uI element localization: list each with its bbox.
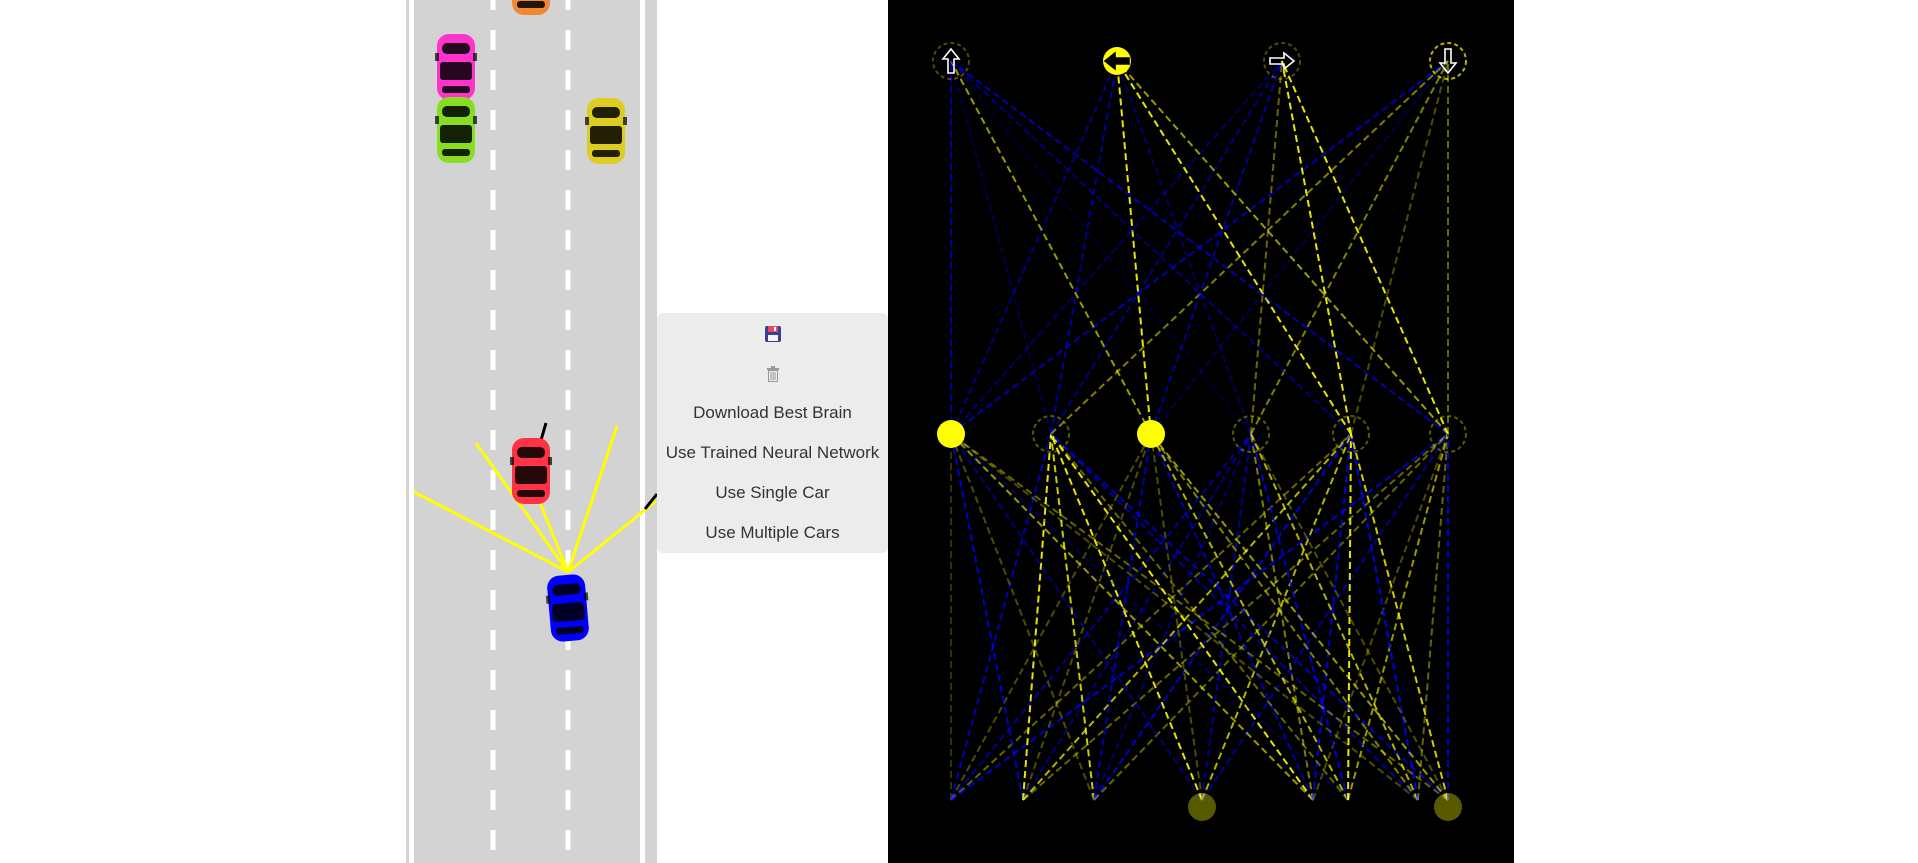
save-brain-button[interactable] <box>657 313 888 353</box>
download-best-brain-button[interactable]: Download Best Brain <box>657 393 888 433</box>
input-node-1 <box>1188 793 1216 821</box>
road-border-right <box>640 0 645 863</box>
floppy-disk-icon <box>764 325 781 342</box>
road-canvas <box>406 0 657 863</box>
neural-network-visualizer <box>888 0 1514 863</box>
network-background <box>888 0 1514 863</box>
player-car <box>545 574 589 642</box>
use-trained-network-button[interactable]: Use Trained Neural Network <box>657 433 888 473</box>
hidden-node-1 <box>937 420 965 448</box>
app-root: Download Best Brain Use Trained Neural N… <box>0 0 1918 863</box>
control-panel: Download Best Brain Use Trained Neural N… <box>657 313 888 553</box>
hidden-node-3 <box>1137 420 1165 448</box>
traffic-car-4 <box>510 438 552 504</box>
traffic-car-3 <box>585 98 627 164</box>
discard-brain-button[interactable] <box>657 353 888 393</box>
output-node-2 <box>1103 47 1131 75</box>
use-single-car-button[interactable]: Use Single Car <box>657 473 888 513</box>
trash-can-icon <box>766 365 779 382</box>
traffic-car-1 <box>435 34 477 100</box>
road-border-left <box>409 0 414 863</box>
input-node-2 <box>1434 793 1462 821</box>
traffic-car-2 <box>435 97 477 163</box>
use-multiple-cars-button[interactable]: Use Multiple Cars <box>657 513 888 553</box>
